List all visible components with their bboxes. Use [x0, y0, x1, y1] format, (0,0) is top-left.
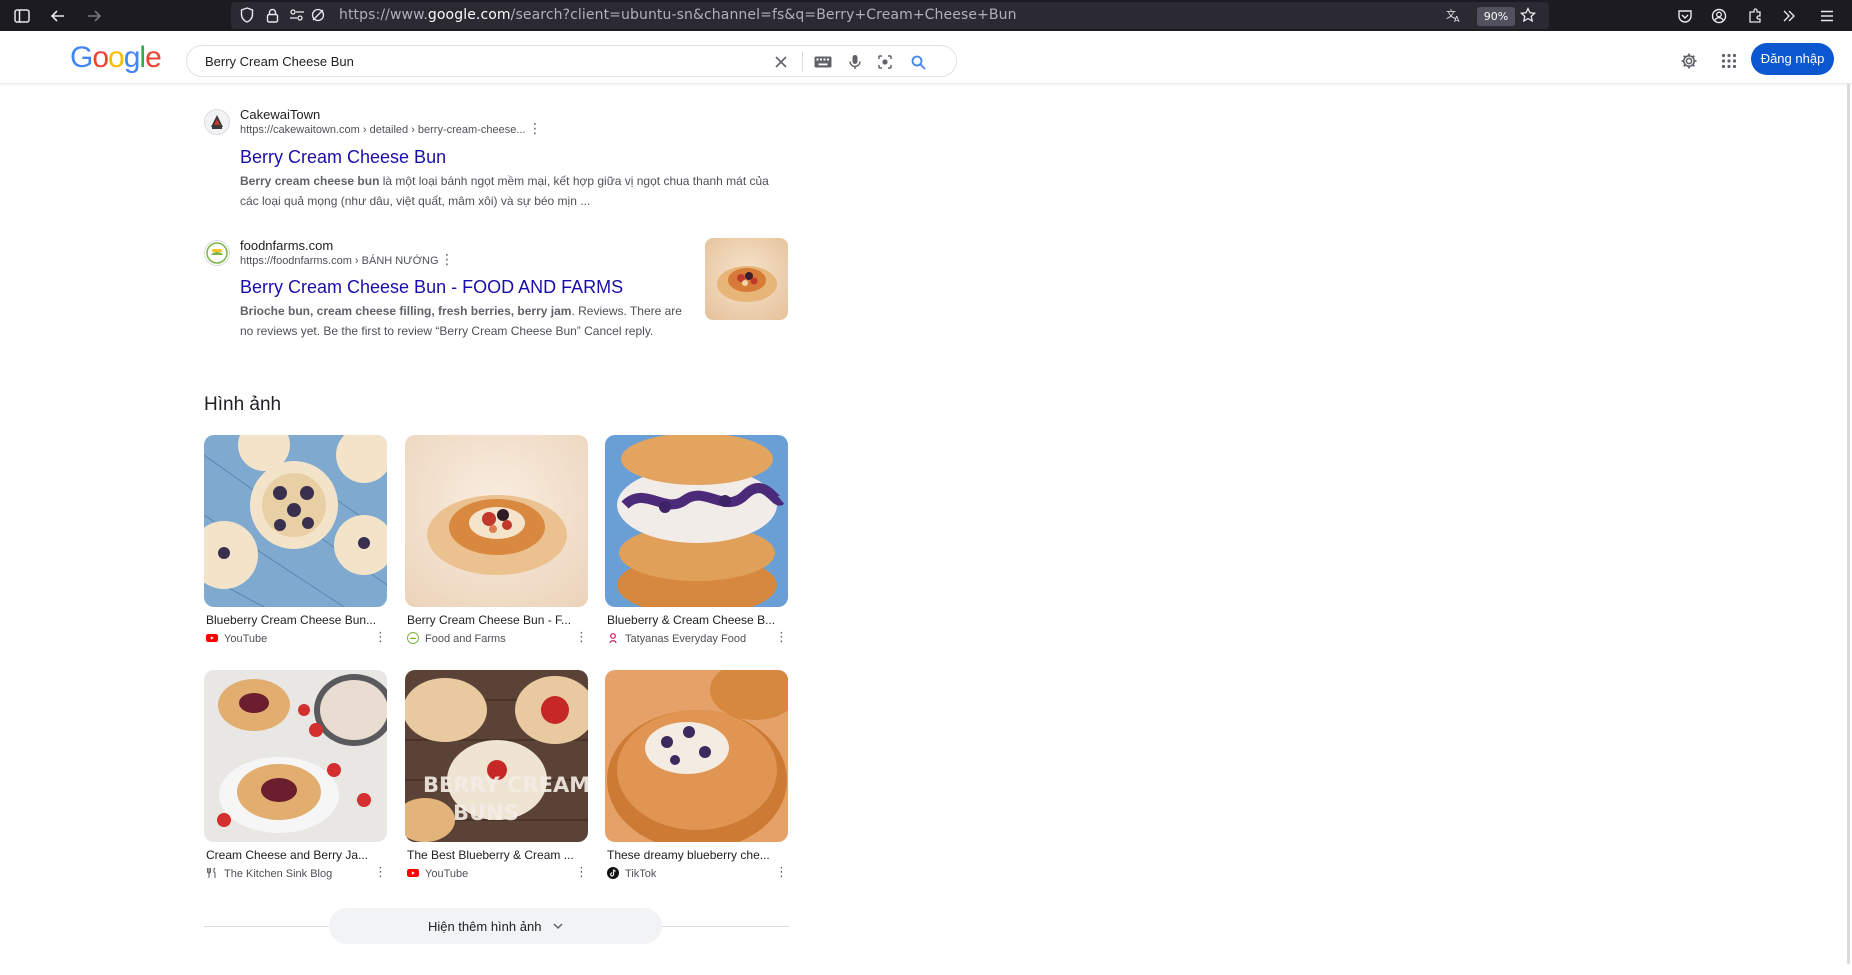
lens-camera-icon[interactable] [873, 50, 897, 74]
lock-icon[interactable] [260, 3, 284, 27]
overlay-text-line2: BUNS [453, 801, 519, 825]
back-icon[interactable] [46, 4, 70, 28]
image-title[interactable]: Cream Cheese and Berry Ja... [206, 848, 386, 862]
image-thumbnail[interactable] [605, 435, 788, 607]
apps-grid-icon[interactable] [1715, 47, 1743, 75]
result-title-link[interactable]: Berry Cream Cheese Bun - FOOD AND FARMS [240, 277, 623, 298]
image-source[interactable]: YouTube [206, 632, 267, 645]
show-more-images-label: Hiện thêm hình ảnh [427, 919, 542, 934]
foodnfarms-favicon [204, 240, 230, 266]
cakewaitown-favicon [204, 109, 230, 135]
scrollbar-thumb[interactable] [1847, 84, 1850, 964]
tracking-protection-icon[interactable] [306, 3, 330, 27]
image-source[interactable]: Tatyanas Everyday Food [607, 632, 746, 645]
more-options-icon[interactable]: ⋮ [528, 122, 542, 136]
image-title[interactable]: The Best Blueberry & Cream ... [407, 848, 587, 862]
clear-search-icon[interactable] [769, 50, 793, 74]
image-thumbnail[interactable] [204, 435, 387, 607]
browser-toolbar: https://www.google.com/search?client=ubu… [0, 0, 1852, 31]
result-thumbnail[interactable] [705, 238, 788, 320]
image-source[interactable]: YouTube [407, 867, 468, 880]
more-options-icon[interactable]: ⋮ [374, 866, 387, 879]
more-options-icon[interactable]: ⋮ [575, 866, 588, 879]
microphone-icon[interactable] [843, 50, 867, 74]
search-divider [802, 52, 803, 72]
search-result: CakewaiTown https://cakewaitown.com › de… [204, 107, 794, 217]
result-site-url[interactable]: https://cakewaitown.com › detailed › ber… [240, 124, 526, 136]
tatyanas-icon [607, 632, 619, 644]
image-title[interactable]: Blueberry Cream Cheese Bun... [206, 613, 386, 627]
hamburger-menu-icon[interactable] [1815, 4, 1839, 28]
url-text[interactable]: https://www.google.com/search?client=ubu… [339, 7, 1017, 23]
address-bar[interactable]: https://www.google.com/search?client=ubu… [231, 2, 1549, 29]
image-title[interactable]: Blueberry & Cream Cheese B... [607, 613, 787, 627]
overlay-text-line1: BERRY CREAM [423, 773, 588, 797]
more-options-icon[interactable]: ⋮ [374, 631, 387, 644]
show-more-images-button[interactable]: Hiện thêm hình ảnh [329, 908, 662, 944]
account-icon[interactable] [1707, 4, 1731, 28]
result-snippet: Berry cream cheese bun là một loại bánh … [240, 174, 769, 208]
fork-knife-icon [206, 867, 218, 879]
image-title[interactable]: Berry Cream Cheese Bun - F... [407, 613, 587, 627]
image-thumbnail[interactable] [405, 435, 588, 607]
overflow-chevrons-icon[interactable] [1777, 4, 1801, 28]
pocket-icon[interactable] [1673, 4, 1697, 28]
search-icon[interactable] [906, 50, 930, 74]
result-site-url[interactable]: https://foodnfarms.com › BÁNH NƯỚNG [240, 255, 439, 267]
more-options-icon[interactable]: ⋮ [440, 253, 454, 267]
youtube-icon [407, 867, 419, 879]
image-title[interactable]: These dreamy blueberry che... [607, 848, 787, 862]
sign-in-button[interactable]: Đăng nhập [1751, 43, 1834, 75]
sidebar-toggle-icon[interactable] [10, 4, 34, 28]
result-site-name[interactable]: CakewaiTown [240, 107, 320, 122]
image-thumbnail[interactable] [605, 670, 788, 842]
settings-gear-icon[interactable] [1675, 47, 1703, 75]
more-options-icon[interactable]: ⋮ [775, 866, 788, 879]
image-thumbnail[interactable] [204, 670, 387, 842]
zoom-level[interactable]: 90% [1477, 7, 1515, 26]
extensions-icon[interactable] [1743, 4, 1767, 28]
youtube-icon [206, 632, 218, 644]
chevron-down-icon [553, 908, 563, 944]
image-source[interactable]: Food and Farms [407, 632, 506, 645]
google-header: Google Đăng nhập [0, 31, 1852, 84]
images-section-heading: Hình ảnh [204, 394, 282, 415]
result-site-name[interactable]: foodnfarms.com [240, 238, 333, 253]
search-box [186, 45, 957, 77]
food-and-farms-icon [407, 632, 419, 644]
more-options-icon[interactable]: ⋮ [775, 631, 788, 644]
forward-icon[interactable] [82, 4, 106, 28]
image-source[interactable]: TikTok [607, 867, 656, 880]
image-source[interactable]: The Kitchen Sink Blog [206, 867, 332, 880]
result-title-link[interactable]: Berry Cream Cheese Bun [240, 147, 446, 168]
shield-icon[interactable] [235, 3, 259, 27]
translate-icon[interactable]: 文A [1442, 3, 1466, 27]
bookmark-star-icon[interactable] [1516, 3, 1540, 27]
image-thumbnail[interactable]: BERRY CREAM BUNS [405, 670, 588, 842]
keyboard-icon[interactable] [811, 50, 835, 74]
result-snippet: Brioche bun, cream cheese filling, fresh… [240, 304, 682, 338]
tiktok-icon [607, 867, 619, 879]
more-options-icon[interactable]: ⋮ [575, 631, 588, 644]
search-input[interactable] [205, 46, 745, 76]
svg-text:A: A [1454, 15, 1460, 23]
google-logo[interactable]: Google [70, 41, 162, 75]
